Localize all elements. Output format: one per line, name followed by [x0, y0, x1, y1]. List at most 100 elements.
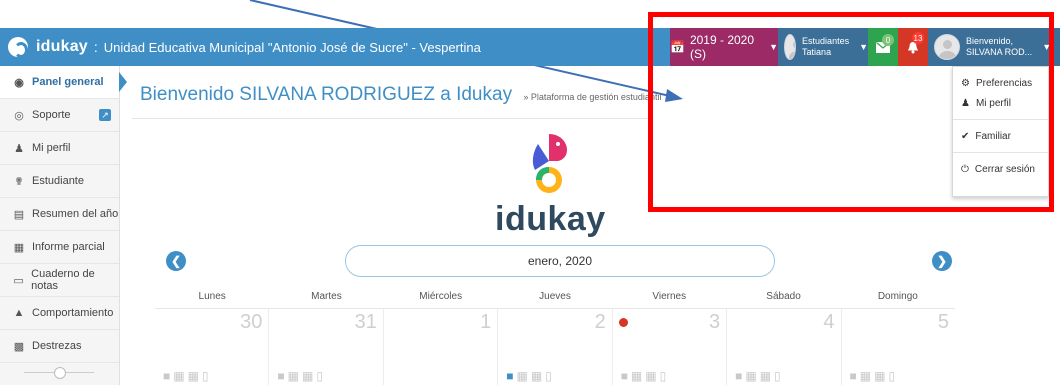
brand[interactable]: idukay : Unidad Educativa Municipal "Ant… [8, 28, 481, 66]
weekday-label: Martes [311, 291, 342, 302]
sidebar-item-comportamiento[interactable]: ▲ Comportamiento [0, 297, 119, 330]
day-activity-icons: ■▦▦▯ [620, 369, 670, 383]
gear-icon: ⚙ [961, 77, 970, 89]
calendar-day[interactable]: 31 ■▦▦▯ [269, 309, 384, 385]
sidebar-item-label: Comportamiento [32, 307, 114, 319]
power-icon: ⏻ [961, 163, 969, 175]
menu-item-label: Preferencias [975, 77, 1033, 89]
menu-divider [953, 119, 1048, 120]
sidebar-item-label: Estudiante [32, 175, 84, 187]
sidebar-item-mi-perfil[interactable]: ♟ Mi perfil [0, 132, 119, 165]
welcome-label: Bienvenido, [966, 36, 1014, 46]
day-number: 4 [823, 311, 835, 333]
messages-badge: 0 [882, 34, 894, 46]
idukay-logo-icon [532, 134, 567, 193]
chevron-down-icon: ▼ [859, 42, 868, 52]
homework-icon: ■ [506, 369, 517, 383]
weekday-label: Miércoles [419, 291, 463, 302]
user-menu-button[interactable]: Bienvenido, SILVANA ROD... ▼ [928, 28, 1060, 66]
day-activity-icons: ■▦▦▯ [735, 369, 784, 383]
weekday-label: Domingo [877, 291, 918, 302]
brand-separator: : [93, 39, 98, 55]
chevron-left-icon: ❮ [170, 254, 182, 268]
day-number: 3 [708, 311, 721, 333]
calendar-icon: 📅 [670, 40, 685, 54]
day-number: 31 [354, 311, 377, 333]
day-number: 2 [594, 311, 606, 333]
user-name: SILVANA ROD... [966, 47, 1033, 57]
student-avatar [784, 34, 797, 60]
sidebar-item-label: Destrezas [32, 340, 82, 352]
menu-divider [953, 152, 1048, 153]
sidebar-scroll-handle[interactable] [24, 367, 94, 385]
user-icon: ♟ [961, 97, 970, 109]
sidebar-item-label: Mi perfil [32, 142, 71, 154]
user-dropdown-menu: ⚙ Preferencias ♟ Mi perfil ✔ Familiar ⏻ … [952, 66, 1049, 197]
chevron-right-icon: ❯ [936, 254, 948, 268]
calendar-day[interactable]: 4 ■▦▦▯ [727, 309, 842, 385]
idukay-wordmark: idukay [495, 200, 606, 238]
menu-item-family[interactable]: ✔ Familiar [953, 126, 1048, 146]
sidebar: ◉ Panel general ◎ Soporte ↗ ♟ Mi perfil … [0, 66, 127, 385]
calendar-day[interactable]: 5 ■▦▦▯ [842, 309, 955, 385]
brand-name: idukay [36, 38, 88, 55]
menu-item-preferences[interactable]: ⚙ Preferencias [953, 73, 1048, 93]
dashboard-icon: ◉ [14, 76, 24, 89]
notifications-button[interactable]: 13 [898, 28, 928, 66]
sidebar-item-label: Panel general [32, 76, 104, 88]
page-subtitle: » Plataforma de gestión estudiantil [523, 92, 662, 102]
sidebar-item-destrezas[interactable]: ▩ Destrezas [0, 330, 119, 363]
calendar-week-row: 30 ■▦▦▯ 31 ■▦▦▯ 1 2 ■▦▦▯ 3 ■▦▦▯ 4 ■▦▦▯ 5… [155, 308, 955, 385]
sidebar-item-cuaderno[interactable]: ▭ Cuaderno de notas [0, 264, 119, 297]
student-name: Tatiana [802, 47, 832, 57]
student-info: Estudiantes Tatiana [802, 36, 849, 58]
day-activity-icons: ■▦▦▯ [506, 369, 555, 383]
next-month-button[interactable]: ❯ [932, 251, 952, 271]
sidebar-item-label: Soporte [32, 109, 71, 121]
external-link-icon[interactable]: ↗ [99, 109, 111, 121]
app-window: idukay : Unidad Educativa Municipal "Ant… [0, 0, 1060, 385]
menu-item-label: Cerrar sesión [974, 163, 1035, 175]
messages-button[interactable]: 0 [868, 28, 898, 66]
sidebar-item-label: Resumen del año [32, 208, 119, 220]
school-name: Unidad Educativa Municipal "Antonio José… [103, 39, 481, 55]
user-avatar [934, 34, 960, 60]
notebook-icon: ▭ [13, 274, 24, 287]
skills-icon: ▩ [13, 340, 25, 353]
student-icon: ✟ [14, 175, 24, 188]
sidebar-item-estudiante[interactable]: ✟ Estudiante [0, 165, 119, 198]
calendar-day[interactable]: 1 [384, 309, 499, 385]
sidebar-item-informe[interactable]: ▦ Informe parcial [0, 231, 119, 264]
page-title: Bienvenido SILVANA RODRIGUEZ a Idukay » … [140, 84, 661, 106]
day-number: 1 [480, 311, 492, 333]
weekday-header: Lunes Martes Miércoles Jueves Viernes Sá… [155, 291, 955, 305]
weekday-label: Viernes [652, 291, 687, 302]
year-selector[interactable]: 📅 2019 - 2020 (S) ▼ [670, 28, 778, 66]
check-icon: ✔ [961, 130, 970, 142]
sidebar-item-label: Cuaderno de notas [31, 268, 95, 292]
sidebar-item-label: Informe parcial [32, 241, 105, 253]
prev-month-button[interactable]: ❮ [166, 251, 186, 271]
student-selector[interactable]: Estudiantes Tatiana ▼ [778, 28, 868, 66]
month-label[interactable]: enero, 2020 [345, 245, 775, 277]
menu-item-label: Familiar [975, 130, 1011, 142]
weekday-label: Sábado [766, 291, 801, 302]
day-activity-icons: ■▦▦▯ [849, 369, 899, 383]
sidebar-item-panel-general[interactable]: ◉ Panel general [0, 66, 127, 99]
calendar-day[interactable]: 2 ■▦▦▯ [498, 309, 613, 385]
menu-item-logout[interactable]: ⏻ Cerrar sesión [953, 159, 1048, 179]
scroll-knob-icon[interactable] [54, 367, 66, 379]
day-activity-icons: ■▦▦▯ [163, 369, 212, 383]
table-icon: ▦ [13, 241, 25, 254]
sidebar-item-resumen[interactable]: ▤ Resumen del año [0, 198, 119, 231]
calendar-day[interactable]: 3 ■▦▦▯ [613, 309, 728, 385]
weekday-label: Lunes [198, 291, 226, 302]
chevron-down-icon: ▼ [1042, 42, 1052, 52]
user-info: Bienvenido, SILVANA ROD... [966, 36, 1032, 58]
sidebar-item-soporte[interactable]: ◎ Soporte ↗ [0, 99, 119, 132]
menu-item-label: Mi perfil [975, 97, 1011, 109]
menu-item-profile[interactable]: ♟ Mi perfil [953, 93, 1048, 113]
students-label: Estudiantes [802, 36, 850, 46]
title-divider [132, 118, 652, 119]
calendar-day[interactable]: 30 ■▦▦▯ [155, 309, 270, 385]
